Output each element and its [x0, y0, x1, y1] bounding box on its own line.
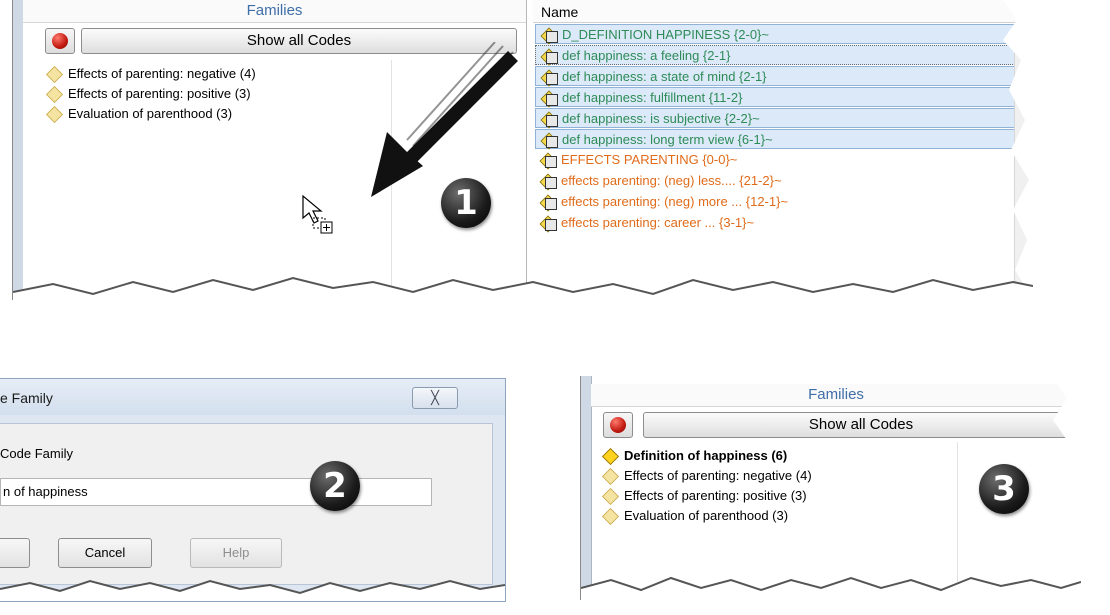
torn-edge-bottom — [581, 576, 1081, 600]
family-item[interactable]: Effects of parenting: negative (4) — [45, 64, 256, 84]
record-button[interactable] — [45, 28, 75, 54]
family-name-input[interactable]: n of happiness — [0, 478, 432, 506]
code-family-icon — [540, 27, 558, 43]
family-diamond-icon — [601, 448, 619, 464]
code-item[interactable]: def happiness: a state of mind {2-1} — [535, 66, 1015, 86]
family-item[interactable]: Evaluation of parenthood (3) — [601, 506, 812, 526]
code-item-label: def happiness: a feeling {2-1} — [562, 48, 731, 63]
torn-edge-right — [1003, 0, 1033, 300]
code-item-label: D_DEFINITION HAPPINESS {2-0}~ — [562, 27, 769, 42]
dialog-body: Code Family n of happiness Cancel Help — [0, 423, 493, 585]
record-button[interactable] — [603, 412, 633, 438]
code-item[interactable]: def happiness: long term view {6-1}~ — [535, 129, 1015, 149]
code-icon — [540, 48, 558, 64]
code-item[interactable]: def happiness: fulfillment {11-2} — [535, 87, 1015, 107]
family-list: Definition of happiness (6) Effects of p… — [601, 446, 812, 526]
code-item[interactable]: def happiness: is subjective {2-2}~ — [535, 108, 1015, 128]
column-divider — [957, 442, 958, 592]
code-item-label: def happiness: fulfillment {11-2} — [562, 90, 743, 105]
family-diamond-icon — [601, 488, 619, 504]
family-item-label: Effects of parenting: positive (3) — [68, 86, 251, 101]
family-item-selected[interactable]: Definition of happiness (6) — [601, 446, 812, 466]
code-item-label: effects parenting: (neg) less.... {21-2}… — [561, 173, 782, 188]
family-diamond-icon — [601, 508, 619, 524]
family-diamond-icon — [601, 468, 619, 484]
drag-copy-cursor-icon — [302, 194, 333, 234]
code-item[interactable]: effects parenting: (neg) less.... {21-2}… — [535, 171, 1015, 191]
code-family-icon — [540, 111, 558, 127]
family-item[interactable]: Effects of parenting: positive (3) — [45, 84, 256, 104]
panel-3-screenshot: Families Show all Codes Definition of ha… — [580, 376, 1081, 600]
code-list: D_DEFINITION HAPPINESS {2-0}~ def happin… — [535, 24, 1015, 234]
code-item-label: def happiness: long term view {6-1}~ — [562, 132, 773, 147]
torn-edge-bottom — [13, 276, 1033, 300]
family-item[interactable]: Effects of parenting: negative (4) — [601, 466, 812, 486]
close-icon: ╳ — [431, 390, 439, 405]
code-family-label: Code Family — [0, 446, 73, 461]
family-item-label: Effects of parenting: positive (3) — [624, 488, 807, 503]
create-family-dialog: e Family ╳ Code Family n of happiness Ca… — [0, 378, 506, 602]
dialog-close-button[interactable]: ╳ — [412, 387, 458, 409]
codes-pane: Name D_DEFINITION HAPPINESS {2-0}~ def h… — [533, 0, 1033, 300]
code-item[interactable]: effects parenting: career ... {3-1}~ — [535, 213, 1015, 233]
family-item-label: Effects of parenting: negative (4) — [68, 66, 256, 81]
red-record-icon — [52, 33, 68, 49]
torn-edge-bottom — [0, 579, 505, 601]
code-item[interactable]: EFFECTS PARENTING {0-0}~ — [535, 150, 1015, 170]
families-header: Families — [23, 0, 526, 23]
torn-edge-right — [1051, 376, 1081, 600]
name-column-header[interactable]: Name — [533, 0, 1033, 23]
code-item-label: effects parenting: career ... {3-1}~ — [561, 215, 755, 230]
drag-direction-arrow-icon — [371, 42, 518, 197]
family-item[interactable]: Evaluation of parenthood (3) — [45, 104, 256, 124]
family-diamond-icon — [45, 86, 63, 102]
family-diamond-icon — [45, 66, 63, 82]
family-item-label: Effects of parenting: negative (4) — [624, 468, 812, 483]
code-family-icon — [539, 152, 557, 168]
family-item-label: Definition of happiness (6) — [624, 448, 788, 463]
family-item-label: Evaluation of parenthood (3) — [68, 106, 233, 121]
code-family-icon — [539, 173, 557, 189]
code-item-label: def happiness: is subjective {2-2}~ — [562, 111, 760, 126]
family-item[interactable]: Effects of parenting: positive (3) — [601, 486, 812, 506]
code-item[interactable]: effects parenting: (neg) more ... {12-1}… — [535, 192, 1015, 212]
left-splitter-bar[interactable] — [581, 376, 592, 600]
dialog-title: e Family — [0, 390, 53, 406]
help-button[interactable]: Help — [190, 538, 282, 568]
code-icon — [540, 69, 558, 85]
ok-button[interactable] — [0, 538, 30, 568]
show-all-codes-button[interactable]: Show all Codes — [643, 412, 1079, 438]
step-1-badge: 1 — [441, 178, 491, 228]
code-item-label: def happiness: a state of mind {2-1} — [562, 69, 767, 84]
code-item-label: effects parenting: (neg) more ... {12-1}… — [561, 194, 789, 209]
code-family-icon — [540, 132, 558, 148]
family-diamond-icon — [45, 106, 63, 122]
family-list: Effects of parenting: negative (4) Effec… — [45, 64, 256, 124]
family-item-label: Evaluation of parenthood (3) — [624, 508, 789, 523]
step-2-badge: 2 — [310, 461, 360, 511]
code-icon — [540, 90, 558, 106]
code-item-label: EFFECTS PARENTING {0-0}~ — [561, 152, 738, 167]
code-family-icon — [539, 215, 557, 231]
families-header: Families — [591, 384, 1081, 407]
red-record-icon — [610, 417, 626, 433]
code-item[interactable]: def happiness: a feeling {2-1} — [535, 45, 1015, 65]
code-item[interactable]: D_DEFINITION HAPPINESS {2-0}~ — [535, 24, 1015, 44]
cancel-button[interactable]: Cancel — [58, 538, 152, 568]
panel-1-screenshot: Families Show all Codes Effects of paren… — [12, 0, 1033, 300]
families-pane: Families Show all Codes Effects of paren… — [23, 0, 527, 300]
code-family-icon — [539, 194, 557, 210]
